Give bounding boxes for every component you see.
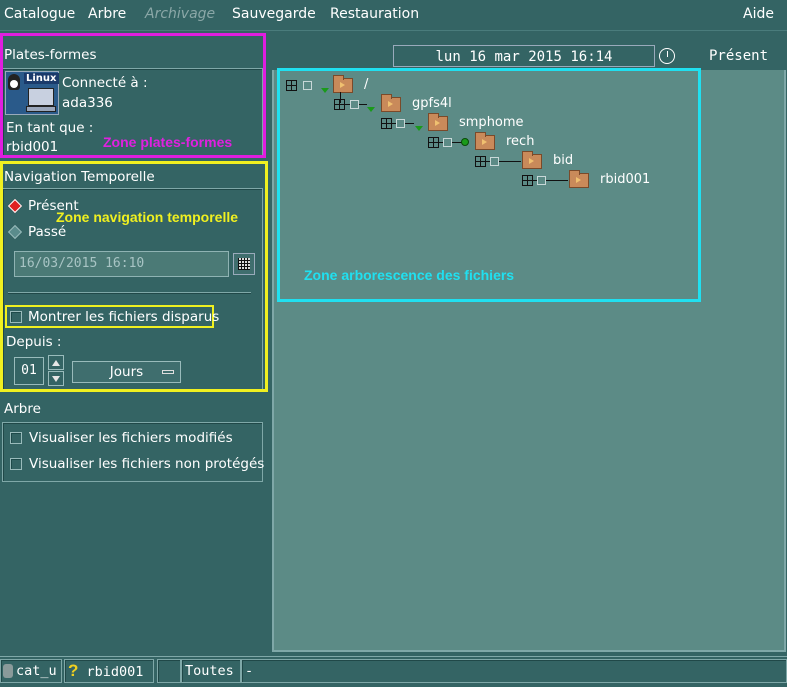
clock-icon[interactable] <box>659 48 675 64</box>
zone-tree-box <box>277 68 701 302</box>
menu-catalogue[interactable]: Catalogue <box>4 6 75 22</box>
database-icon <box>3 664 13 678</box>
zone-platforms-box <box>0 33 266 158</box>
show-modified-label: Visualiser les fichiers modifiés <box>29 430 233 446</box>
menu-bar: Catalogue Arbre Archivage Sauvegarde Res… <box>0 0 787 31</box>
user-cell[interactable]: ? rbid001 <box>64 659 154 683</box>
blank-cell <box>157 659 181 683</box>
question-icon: ? <box>68 661 79 680</box>
mode-label: Présent <box>709 48 769 64</box>
extra-cell: - <box>241 659 787 683</box>
menu-arbre[interactable]: Arbre <box>88 6 126 22</box>
menu-restauration[interactable]: Restauration <box>330 6 419 22</box>
zone-time-nav-box <box>0 161 268 392</box>
menu-archivage: Archivage <box>145 6 216 22</box>
menu-sauvegarde[interactable]: Sauvegarde <box>232 6 316 22</box>
show-modified-checkbox[interactable] <box>10 432 22 444</box>
show-unprotected-checkbox[interactable] <box>10 458 22 470</box>
catalog-value: cat_u <box>16 663 57 679</box>
show-unprotected-label: Visualiser les fichiers non protégés <box>29 456 265 472</box>
tree-options-title: Arbre <box>4 401 41 417</box>
current-date-display: lun 16 mar 2015 16:14 <box>393 45 655 67</box>
filter-cell: Toutes <box>181 659 241 683</box>
status-bar: cat_u ? rbid001 Toutes - <box>0 656 787 687</box>
menu-aide[interactable]: Aide <box>743 6 774 22</box>
catalog-cell[interactable]: cat_u <box>0 659 62 683</box>
status-user-value: rbid001 <box>86 664 144 680</box>
